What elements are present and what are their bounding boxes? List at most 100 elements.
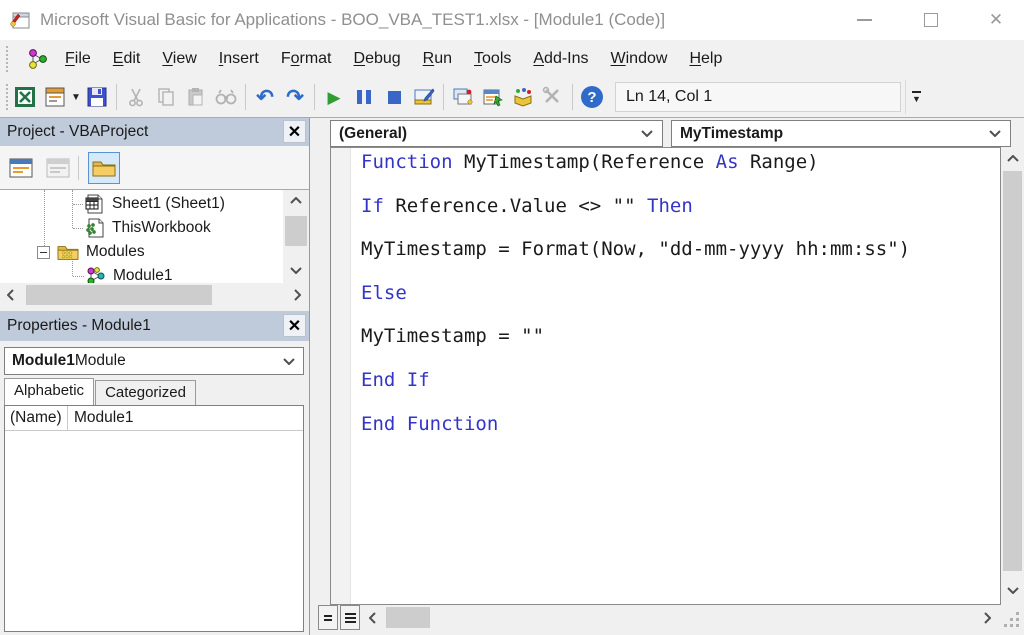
tree-item-sheet1[interactable]: Sheet1 (Sheet1) <box>84 192 225 216</box>
reset-button[interactable] <box>379 82 409 112</box>
properties-tabs: Alphabetic Categorized <box>4 378 304 405</box>
toggle-folders-button[interactable] <box>88 151 120 184</box>
find-button[interactable] <box>211 82 241 112</box>
code-line[interactable] <box>361 261 998 283</box>
menu-view[interactable]: View <box>151 40 207 77</box>
code-line[interactable] <box>361 348 998 370</box>
project-panel-header[interactable]: Project - VBAProject ✕ <box>0 118 309 146</box>
margin-indicator-bar[interactable] <box>331 148 351 604</box>
hscroll-thumb[interactable] <box>386 607 430 628</box>
code-line[interactable]: Function MyTimestamp(Reference As Range) <box>361 152 998 174</box>
resize-grip[interactable] <box>1004 612 1020 628</box>
minimize-button[interactable] <box>836 0 892 40</box>
toolbar-overflow-button[interactable]: ▼ <box>905 80 927 114</box>
tree-item-modules[interactable]: Modules <box>56 240 145 264</box>
view-object-button[interactable] <box>42 152 74 184</box>
view-object-icon <box>46 158 70 177</box>
menu-file[interactable]: File <box>54 40 102 77</box>
toolbox-icon <box>542 86 559 103</box>
object-browser-icon <box>514 88 532 107</box>
properties-window-button[interactable] <box>478 82 508 112</box>
redo-button[interactable]: ↷ <box>280 82 310 112</box>
copy-button[interactable] <box>151 82 181 112</box>
scroll-down-button[interactable] <box>1001 579 1024 601</box>
scroll-left-button[interactable] <box>0 283 20 307</box>
toolbox-button[interactable] <box>538 82 568 112</box>
menu-format[interactable]: Format <box>270 40 343 77</box>
hscroll-thumb[interactable] <box>26 285 212 305</box>
project-tree-vscrollbar[interactable] <box>283 190 309 283</box>
menu-help[interactable]: Help <box>678 40 733 77</box>
code-line[interactable] <box>361 392 998 414</box>
run-button[interactable]: ▶ <box>319 82 349 112</box>
project-explorer-button[interactable] <box>448 82 478 112</box>
vscroll-thumb[interactable] <box>1003 171 1022 571</box>
view-excel-button[interactable] <box>10 82 40 112</box>
paste-button[interactable] <box>181 82 211 112</box>
menu-window[interactable]: Window <box>600 40 679 77</box>
maximize-icon <box>924 13 938 27</box>
code-editor[interactable]: Function MyTimestamp(Reference As Range)… <box>330 147 1001 605</box>
project-tree-hscrollbar[interactable] <box>0 283 309 307</box>
save-button[interactable] <box>82 82 112 112</box>
properties-panel-close-button[interactable]: ✕ <box>283 314 306 337</box>
procedure-dropdown[interactable]: MyTimestamp <box>671 120 1011 147</box>
undo-button[interactable]: ↶ <box>250 82 280 112</box>
code-line[interactable] <box>361 217 998 239</box>
code-line[interactable]: If Reference.Value <> "" Then <box>361 195 998 218</box>
property-row: (Name) Module1 <box>5 406 303 431</box>
panel-border <box>309 118 310 635</box>
scroll-up-button[interactable] <box>1001 147 1024 169</box>
maximize-button[interactable] <box>903 0 959 40</box>
modules-collapse-toggle[interactable] <box>37 246 50 259</box>
property-key[interactable]: (Name) <box>5 406 68 430</box>
code-line[interactable] <box>361 174 998 196</box>
project-panel-close-button[interactable]: ✕ <box>283 120 306 143</box>
code-hscrollbar[interactable] <box>362 605 999 630</box>
menu-run[interactable]: Run <box>412 40 463 77</box>
code-line[interactable]: End If <box>361 369 998 392</box>
tree-connector <box>72 190 73 228</box>
code-line[interactable]: Else <box>361 282 998 305</box>
code-vscrollbar[interactable] <box>1001 147 1024 605</box>
close-button[interactable]: ✕ <box>968 0 1024 40</box>
chevron-right-icon <box>983 611 991 624</box>
menubar-grip[interactable] <box>6 46 10 72</box>
tab-alphabetic[interactable]: Alphabetic <box>4 378 95 405</box>
object-dropdown[interactable]: (General) <box>330 120 663 147</box>
scroll-down-button[interactable] <box>283 260 309 280</box>
menu-addins[interactable]: Add-Ins <box>522 40 599 77</box>
scroll-left-button[interactable] <box>362 605 382 630</box>
menu-debug[interactable]: Debug <box>343 40 412 77</box>
code-line[interactable] <box>361 305 998 327</box>
code-line[interactable]: MyTimestamp = "" <box>361 325 998 348</box>
code-text[interactable]: Function MyTimestamp(Reference As Range)… <box>361 152 998 604</box>
property-value[interactable]: Module1 <box>68 406 303 430</box>
view-code-button[interactable] <box>5 152 37 184</box>
scroll-up-button[interactable] <box>283 190 309 210</box>
code-line[interactable]: MyTimestamp = Format(Now, "dd-mm-yyyy hh… <box>361 238 998 261</box>
menu-edit[interactable]: Edit <box>102 40 152 77</box>
cut-button[interactable] <box>121 82 151 112</box>
object-browser-button[interactable] <box>508 82 538 112</box>
tree-item-thisworkbook[interactable]: ThisWorkbook <box>84 216 211 240</box>
scroll-right-button[interactable] <box>287 283 307 307</box>
full-module-view-button[interactable] <box>340 605 360 630</box>
vba-project-icon <box>29 49 47 69</box>
break-button[interactable] <box>349 82 379 112</box>
object-selector-dropdown[interactable]: Module1 Module <box>4 347 304 375</box>
code-line[interactable]: End Function <box>361 413 998 436</box>
design-mode-button[interactable] <box>409 82 439 112</box>
vscroll-thumb[interactable] <box>285 216 307 246</box>
menu-insert[interactable]: Insert <box>208 40 270 77</box>
copy-icon <box>158 88 174 106</box>
tab-categorized[interactable]: Categorized <box>95 380 196 405</box>
properties-panel-header[interactable]: Properties - Module1 ✕ <box>0 311 309 341</box>
tree-connector <box>44 190 45 246</box>
procedure-view-button[interactable] <box>318 605 338 630</box>
insert-dropdown-caret[interactable]: ▼ <box>70 92 82 103</box>
menu-tools[interactable]: Tools <box>463 40 522 77</box>
scroll-right-button[interactable] <box>977 605 997 630</box>
insert-userform-button[interactable] <box>40 82 70 112</box>
help-button[interactable]: ? <box>577 82 607 112</box>
